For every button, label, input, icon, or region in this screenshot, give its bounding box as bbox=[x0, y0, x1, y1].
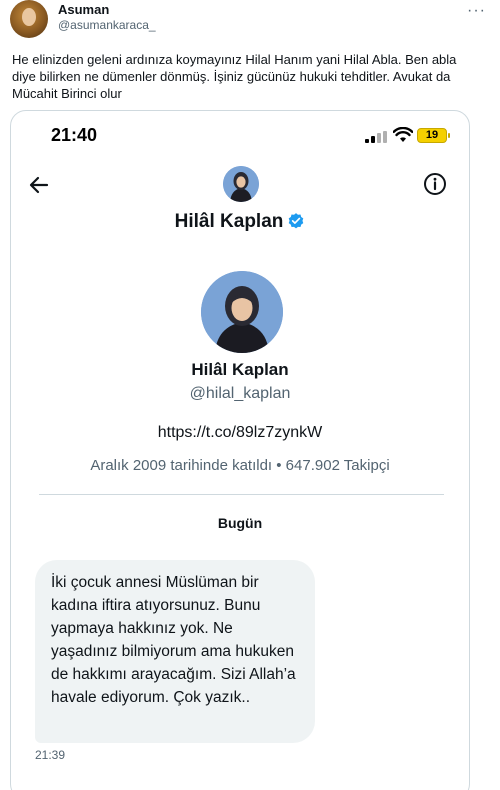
profile-meta: Aralık 2009 tarihinde katıldı • 647.902 … bbox=[90, 457, 390, 474]
profile-handle: @hilal_kaplan bbox=[189, 385, 291, 402]
profile-name: Hilâl Kaplan bbox=[191, 360, 289, 379]
message-time: 21:39 bbox=[35, 748, 66, 762]
day-label: Bugün bbox=[217, 515, 263, 531]
message-bubble[interactable]: İki çocuk annesi Müslüman bir kadına ift… bbox=[35, 560, 315, 743]
wifi-icon bbox=[393, 127, 413, 142]
header-avatar[interactable] bbox=[223, 166, 259, 202]
author-avatar[interactable] bbox=[10, 0, 48, 38]
conversation-header-name: Hilâl Kaplan bbox=[11, 211, 469, 233]
more-horizontal-icon[interactable]: ··· bbox=[467, 2, 486, 20]
back-arrow-icon[interactable] bbox=[27, 173, 51, 197]
verified-badge-icon bbox=[289, 213, 304, 229]
battery-indicator: 19 bbox=[417, 128, 450, 143]
tweet-media-screenshot[interactable]: 21:40 19 Hilâl Kaplan Hilâl Kaplan @hila… bbox=[10, 110, 470, 790]
cellular-signal-icon bbox=[365, 131, 387, 143]
header-name-text: Hilâl Kaplan bbox=[174, 211, 284, 232]
divider bbox=[39, 494, 444, 495]
author-handle[interactable]: @asumankaraca_ bbox=[58, 18, 156, 32]
profile-avatar[interactable] bbox=[201, 271, 283, 353]
status-time: 21:40 bbox=[51, 125, 98, 145]
tweet-text: He elinizden geleni ardınıza koymayınız … bbox=[12, 52, 457, 101]
message-text: İki çocuk annesi Müslüman bir kadına ift… bbox=[51, 574, 296, 706]
tweet-header: Asuman @asumankaraca_ ··· bbox=[8, 0, 492, 40]
info-icon[interactable] bbox=[423, 172, 447, 196]
status-bar: 21:40 19 bbox=[11, 111, 469, 157]
profile-link[interactable]: https://t.co/89lz7zynkW bbox=[11, 424, 469, 442]
author-name[interactable]: Asuman bbox=[58, 2, 109, 17]
